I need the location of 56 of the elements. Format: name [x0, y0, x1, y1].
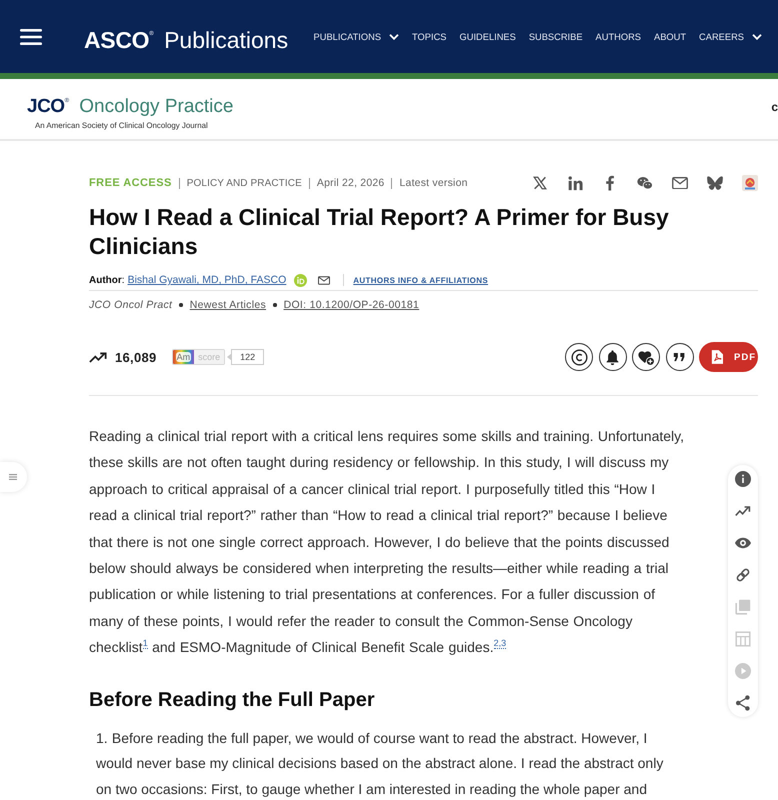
- list-item-text: 1. Before reading the full paper, we would of course want to read the abstract. However, I would never base my clinical decisions based on the abstract alone. I read the abstract only on two occasions: First, to gauge whether I am interested in reading the whole paper and: [96, 728, 664, 799]
- truncated-label: c: [771, 100, 778, 114]
- chevron-down-icon: [389, 34, 400, 40]
- menu-icon[interactable]: [20, 28, 42, 44]
- bell-icon: [605, 348, 620, 366]
- info-icon[interactable]: [735, 471, 751, 487]
- link-icon[interactable]: [735, 567, 751, 583]
- mail-icon[interactable]: [318, 276, 330, 284]
- mail-icon[interactable]: [672, 176, 688, 190]
- list-icon: [9, 474, 17, 480]
- nav-link[interactable]: PUBLICATIONS: [314, 30, 400, 44]
- favorite-button[interactable]: [632, 343, 660, 371]
- version-link[interactable]: Latest version: [399, 177, 468, 189]
- heart-plus-icon: [638, 348, 654, 366]
- author-label: Author:: [89, 274, 125, 286]
- nav-link[interactable]: TOPICS: [412, 30, 446, 44]
- chevron-down-icon: [752, 34, 762, 40]
- alert-button[interactable]: [598, 343, 626, 371]
- trending-up-icon: [89, 352, 107, 362]
- section-heading: Before Reading the Full Paper: [89, 688, 375, 713]
- butterfly-icon[interactable]: [707, 176, 723, 190]
- outline-toggle-button[interactable]: [0, 462, 27, 492]
- journal-logo[interactable]: JCO$^{®}$ Oncology Practice: [27, 90, 234, 118]
- altmetric-logo: Am: [176, 352, 192, 362]
- intro-paragraph: Reading a clinical trial report with a critical lens requires some skills and training. Unfortunately, these skills are not often taught during residency or fellowship. In this study, I will discuss my approach to critical appraisal of a cancer clinical trial report. I purposefully titled this “How I read a clinical trial report?” rather than “How to read a clinical trial report?” because I believe that there is not one single correct approach. However, I do believe that the points discussed below should always be considered when interpreting the results—either while reading a trial publication or while listening to trial presentations at conferences. For a fuller discussion of many of these points, I would refer the reader to consult the Common-Sense Oncology checklist$^{1}$ and ESMO-Magnitude of Clinical Benefit Scale guides.$^{2,3}$: [89, 427, 685, 658]
- issue-link[interactable]: Newest Articles: [190, 299, 266, 311]
- linkedin-logo-icon[interactable]: [567, 175, 583, 191]
- rights-button[interactable]: [565, 343, 593, 371]
- share-icon[interactable]: [735, 695, 751, 711]
- section-link[interactable]: POLICY AND PRACTICE: [186, 178, 302, 188]
- trending-up-icon[interactable]: [735, 503, 751, 519]
- nav-link[interactable]: ABOUT: [654, 30, 686, 44]
- pdf-button[interactable]: PDF: [699, 342, 758, 372]
- quote-icon: [673, 352, 686, 362]
- nav-link[interactable]: GUIDELINES: [460, 30, 516, 44]
- publish-date: April 22, 2026: [316, 177, 384, 189]
- reference-link[interactable]: 1: [142, 638, 148, 650]
- chat-bubbles-icon[interactable]: [637, 176, 653, 190]
- authors-info-link[interactable]: AUTHORS INFO & AFFILIATIONS: [353, 276, 488, 284]
- author-link[interactable]: Bishal Gyawali, MD, PhD, FASCO: [128, 274, 286, 286]
- views-count: 16,089: [115, 350, 157, 364]
- reference-link[interactable]: 2,3: [494, 638, 506, 650]
- article-title: How I Read a Clinical Trial Report? A Primer for Busy Clinicians: [89, 202, 670, 260]
- journal-abbreviation: JCO Oncol Pract: [89, 299, 172, 311]
- app-logo-icon[interactable]: [742, 175, 758, 191]
- access-label: FREE ACCESS: [89, 177, 172, 189]
- nav-link[interactable]: CAREERS: [699, 30, 762, 44]
- publisher-logo[interactable]: ASCO$^{®}$ Publications: [84, 20, 288, 54]
- eye-icon[interactable]: [735, 535, 751, 551]
- nav-link[interactable]: SUBSCRIBE: [528, 30, 583, 44]
- pdf-file-icon: [711, 350, 723, 364]
- cite-button[interactable]: [666, 343, 694, 371]
- x-logo-icon[interactable]: [532, 175, 548, 191]
- doi-link[interactable]: DOI: 10.1200/OP-26-00181: [284, 299, 420, 311]
- copyright-icon: [570, 348, 588, 366]
- nav-link[interactable]: AUTHORS: [596, 30, 642, 44]
